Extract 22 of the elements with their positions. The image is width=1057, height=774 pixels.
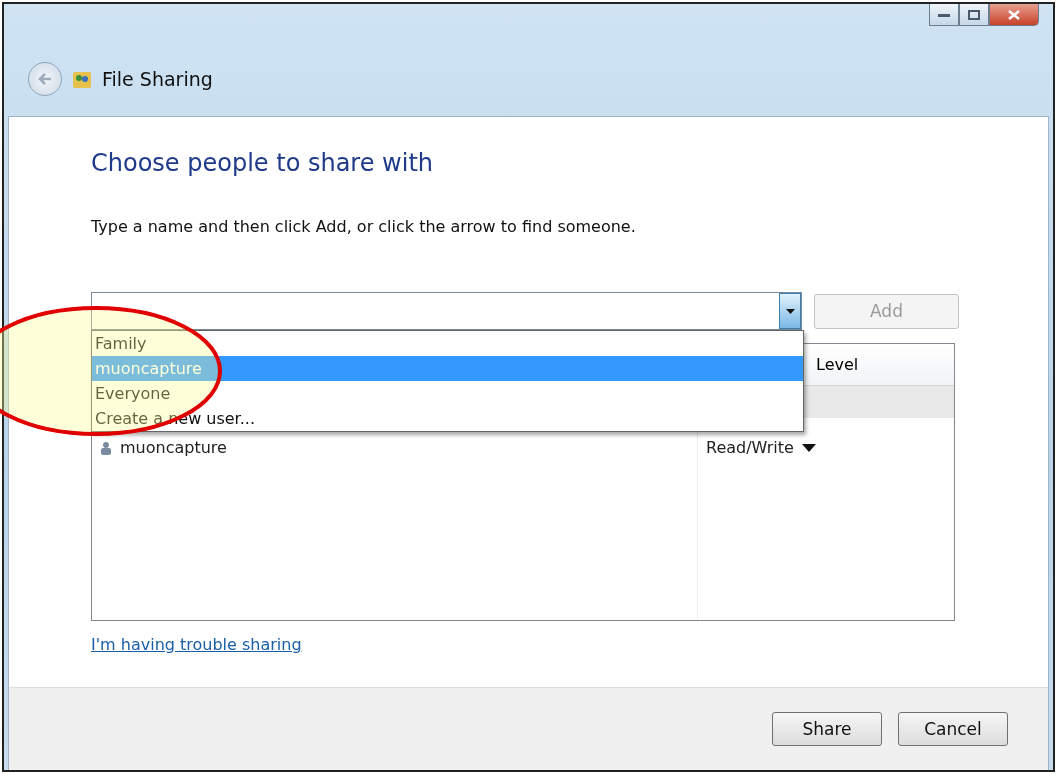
back-arrow-icon [37,72,53,86]
user-name: muoncapture [120,438,227,457]
maximize-icon [968,9,980,20]
dialog-button[interactable]: Share [772,712,882,746]
help-link[interactable]: I'm having trouble sharing [91,635,302,654]
close-icon [1008,9,1020,20]
heading: Choose people to share with [91,149,434,177]
dropdown-item[interactable]: Everyone [92,381,803,406]
dialog-button[interactable]: Cancel [898,712,1008,746]
window-title: File Sharing [102,68,213,90]
maximize-button[interactable] [959,4,989,26]
minimize-button[interactable] [929,4,959,26]
people-icon [72,69,92,89]
instructions-text: Type a name and then click Add, or click the arrow to find someone. [91,217,637,236]
dropdown-item[interactable]: Family [92,331,803,356]
close-button[interactable] [989,4,1039,26]
caret-icon [801,443,816,452]
name-combo-field[interactable] [91,292,802,330]
permission-dropdown[interactable]: Read/Write [706,438,954,457]
caret-icon [785,308,795,314]
user-icon [100,441,112,455]
dropdown-arrow-button[interactable] [779,293,801,329]
